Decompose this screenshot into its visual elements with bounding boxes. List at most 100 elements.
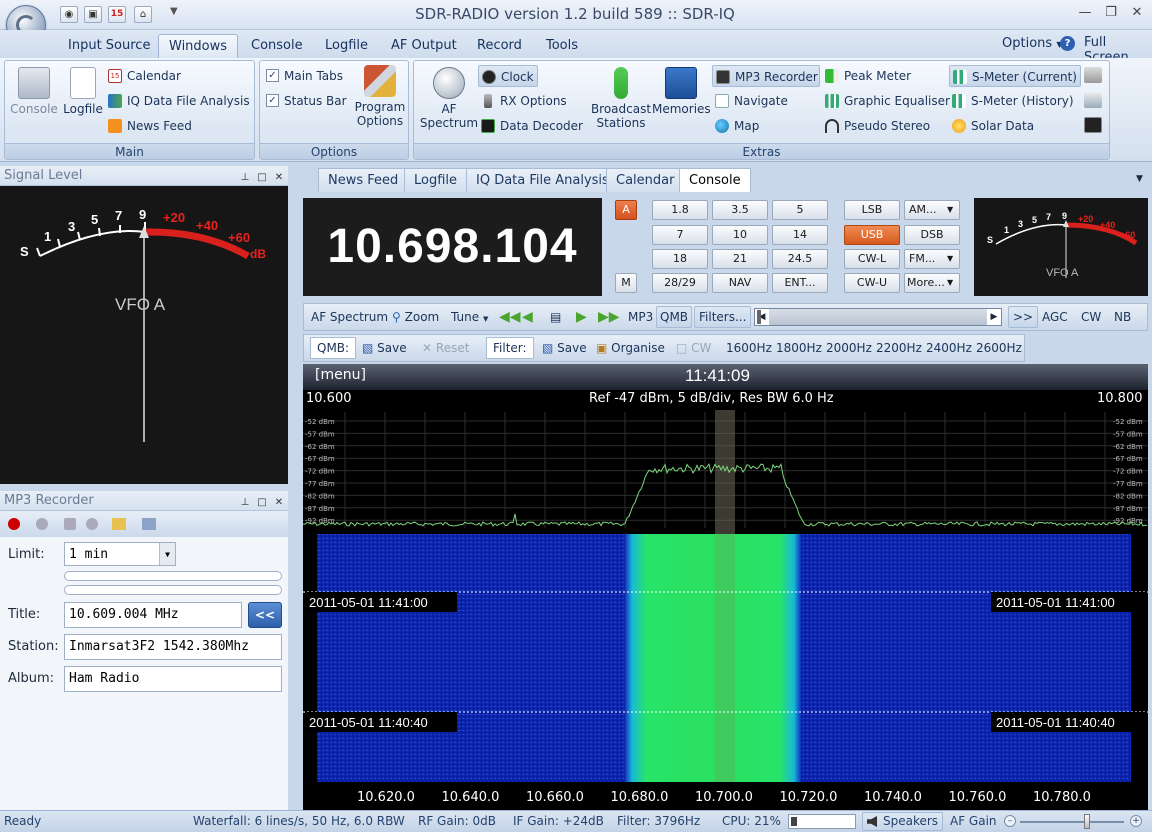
mode-am-dropdown[interactable]: AM... ▼ [904,200,960,220]
forward-icon[interactable]: ▶ [576,304,587,330]
qmb-reset-button[interactable]: ✕ Reset [422,335,469,361]
iq-data-file-analysis-button[interactable]: IQ Data File Analysis [105,90,250,112]
filter-1600-button[interactable]: 1600Hz [726,335,772,361]
close-icon[interactable]: ✕ [272,493,286,508]
qmb-toggle[interactable]: QMB [656,306,693,328]
spectrum-plot[interactable]: -52 dBm -57 dBm -62 dBm -67 dBm -72 dBm -77 d… [302,408,1148,534]
tab-iq-data-file-analysis[interactable]: IQ Data File Analysis [466,168,619,192]
extra-settings-icon[interactable] [1084,92,1102,108]
help-icon[interactable]: ? [1060,36,1075,51]
waterfall-display[interactable]: 2011-05-01 11:41:00 2011-05-01 11:41:00 … [303,534,1148,782]
pin-icon[interactable]: ⊥ [238,493,252,508]
play-icon[interactable] [86,518,98,530]
title-input[interactable]: 10.609.004 MHz [64,602,242,628]
tune-dropdown[interactable]: Tune ▼ [451,304,488,330]
s-meter-history-button[interactable]: S-Meter (History) [949,90,1074,112]
band-button-1-8[interactable]: 1.8 [652,200,708,220]
console-button[interactable]: Console [9,67,59,116]
band-button-14[interactable]: 14 [772,225,828,245]
tab-console[interactable]: Console [679,168,751,192]
close-button[interactable]: ✕ [1126,5,1148,23]
filter-2200-button[interactable]: 2200Hz [876,335,922,361]
center-icon[interactable]: ▤ [550,304,561,330]
tuning-scrollbar[interactable]: ◀ ▶ [754,308,1002,326]
station-input[interactable]: Inmarsat3F2 1542.380Mhz [64,634,282,660]
map-button[interactable]: Map [712,115,759,137]
mode-cwl-button[interactable]: CW-L [844,249,900,269]
mode-more-dropdown[interactable]: More... ▼ [904,273,960,293]
band-button-5[interactable]: 5 [772,200,828,220]
menu-tab-windows[interactable]: Windows [158,34,239,58]
minimize-button[interactable]: — [1074,5,1096,23]
album-input[interactable]: Ham Radio [64,666,282,692]
calendar-button[interactable]: 15 Calendar [105,65,181,87]
enter-button[interactable]: ENT... [772,273,828,293]
maximize-icon[interactable]: □ [255,168,269,183]
rewind-fast-icon[interactable]: ◀◀ [499,304,521,330]
record-icon[interactable] [8,518,20,530]
af-gain-slider-thumb[interactable] [1084,814,1090,829]
restore-button[interactable]: ❐ [1100,5,1122,23]
tabs-dropdown-icon[interactable]: ▼ [1136,174,1143,184]
filter-cw-button[interactable]: □ CW [676,335,711,361]
program-options-button[interactable]: Program Options [352,65,408,128]
next-button[interactable]: >> [1008,306,1039,328]
af-gain-decrease-icon[interactable]: – [1004,815,1016,827]
folder-icon[interactable] [112,518,126,530]
tab-calendar[interactable]: Calendar [606,168,685,192]
nav-button[interactable]: NAV [712,273,768,293]
mode-fm-dropdown[interactable]: FM... ▼ [904,249,960,269]
menu-tab-af-output[interactable]: AF Output [381,34,467,58]
scroll-thumb[interactable] [757,310,761,324]
filter-2400-button[interactable]: 2400Hz [926,335,972,361]
mp3-recorder-button[interactable]: MP3 Recorder [712,65,820,87]
af-spectrum-button[interactable]: AF Spectrum [418,67,480,130]
logfile-button[interactable]: Logfile [61,67,105,116]
tab-news-feed[interactable]: News Feed [318,168,409,192]
window-icon[interactable]: ▣ [84,6,102,23]
memories-button[interactable]: Memories [652,67,711,116]
band-button-28[interactable]: 28/29 [652,273,708,293]
af-spectrum-toggle[interactable]: AF Spectrum [311,304,388,330]
band-button-21[interactable]: 21 [712,249,768,269]
rx-options-button[interactable]: RX Options [478,90,567,112]
broadcast-stations-button[interactable]: Broadcast Stations [590,67,652,130]
peak-meter-button[interactable]: Peak Meter [822,65,911,87]
camera-icon[interactable]: ◉ [60,6,78,23]
qmb-save-button[interactable]: ▧ Save [362,335,407,361]
clock-button[interactable]: Clock [478,65,538,87]
close-icon[interactable]: ✕ [272,168,286,183]
status-bar-checkbox[interactable]: ✓ Status Bar [262,90,347,112]
copy-frequency-button[interactable]: << [248,602,282,628]
menu-tab-logfile[interactable]: Logfile [315,34,378,58]
band-button-3-5[interactable]: 3.5 [712,200,768,220]
band-button-10[interactable]: 10 [712,225,768,245]
filter-save-button[interactable]: ▧ Save [542,335,587,361]
stop-icon[interactable] [36,518,48,530]
extra-display-icon[interactable] [1084,117,1102,133]
scroll-right-icon[interactable]: ▶ [987,309,1001,325]
main-tabs-checkbox[interactable]: ✓ Main Tabs [262,65,343,87]
nb-button[interactable]: NB [1114,304,1131,330]
mode-cwu-button[interactable]: CW-U [844,273,900,293]
cw-button[interactable]: CW [1081,304,1101,330]
band-button-7[interactable]: 7 [652,225,708,245]
extra-tool-icon[interactable] [1084,67,1102,83]
menu-tab-console[interactable]: Console [241,34,313,58]
home-icon[interactable]: ⌂ [134,6,152,23]
memory-button[interactable]: M [615,273,637,293]
mp3-toggle[interactable]: MP3 [628,304,653,330]
af-gain-slider-track[interactable] [1020,821,1124,823]
filter-2000-button[interactable]: 2000Hz [826,335,872,361]
agc-button[interactable]: AGC [1042,304,1068,330]
s-meter-current-button[interactable]: S-Meter (Current) [949,65,1081,87]
vfo-a-button[interactable]: A [615,200,637,220]
af-gain-increase-icon[interactable]: + [1130,815,1142,827]
menu-tab-record[interactable]: Record [467,34,532,58]
limit-select[interactable]: 1 min ▼ [64,542,176,566]
forward-fast-icon[interactable]: ▶▶ [598,304,620,330]
band-button-24-5[interactable]: 24.5 [772,249,828,269]
pseudo-stereo-button[interactable]: Pseudo Stereo [822,115,930,137]
options-menu[interactable]: Options ▼ [1002,36,1062,51]
filters-button[interactable]: Filters... [694,306,752,328]
